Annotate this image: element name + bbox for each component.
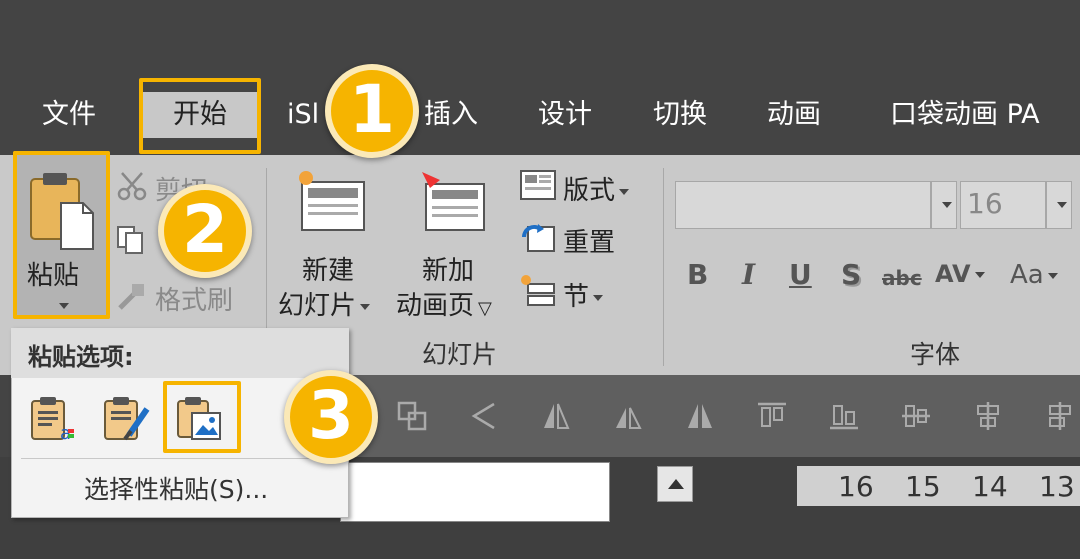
change-case-label: Aa (1010, 260, 1044, 290)
strikethrough-button[interactable]: abc (882, 266, 922, 290)
scissors-icon (117, 172, 147, 201)
arrow-up-icon (668, 479, 684, 489)
section-button[interactable]: 节 (563, 276, 604, 313)
new-animation-page-button[interactable]: 动画页 ▽ (396, 285, 492, 322)
step-badge-2: 2 (158, 184, 252, 278)
align-left-icon[interactable] (1044, 400, 1076, 432)
flip-left-icon[interactable] (468, 400, 500, 432)
tab-insert[interactable]: 插入 (424, 92, 478, 138)
keep-source-formatting-icon[interactable]: a (30, 395, 76, 443)
chevron-down-icon (942, 202, 952, 208)
font-size-input[interactable]: 16 (960, 181, 1046, 229)
mirror-icon[interactable] (684, 400, 716, 432)
underline-button[interactable]: U (789, 258, 812, 291)
home-tab-highlight (139, 78, 261, 154)
tab-pocket-animation[interactable]: 口袋动画 PA (890, 92, 1040, 138)
rotate-icon[interactable] (612, 400, 644, 432)
menu-divider (21, 458, 339, 459)
tab-file[interactable]: 文件 (42, 92, 96, 138)
font-size-dropdown[interactable] (1046, 181, 1072, 229)
shadow-button[interactable]: S (841, 258, 861, 291)
reset-button[interactable]: 重置 (563, 222, 615, 259)
new-slide-button[interactable]: 幻灯片 (278, 285, 371, 322)
flip-horizontal-icon[interactable] (540, 400, 572, 432)
chevron-down-icon (974, 272, 985, 278)
chevron-down-icon (593, 294, 604, 301)
new-animation-page-icon (422, 172, 485, 231)
align-center-icon[interactable] (972, 400, 1004, 432)
section-icon (521, 275, 555, 306)
new-animation-line2: 动画页 (396, 291, 475, 321)
use-destination-theme-icon[interactable] (103, 395, 151, 443)
chevron-down-icon (1047, 272, 1058, 279)
chevron-down-icon (360, 303, 371, 310)
ruler-number: 16 (838, 470, 874, 503)
reset-icon (522, 224, 555, 252)
new-animation-line1: 新加 (422, 256, 475, 286)
layout-button[interactable]: 版式 (563, 170, 630, 207)
bold-button[interactable]: B (687, 258, 708, 291)
paste-options-title: 粘贴选项: (28, 343, 134, 371)
scroll-up-button[interactable] (657, 466, 693, 502)
char-spacing-button[interactable]: AV (935, 260, 985, 288)
new-slide-line1: 新建 (302, 256, 355, 286)
tab-animations[interactable]: 动画 (767, 92, 821, 138)
ruler-number: 15 (905, 470, 941, 503)
tab-design[interactable]: 设计 (538, 92, 592, 138)
layout-icon (520, 170, 556, 200)
ruler-number: 14 (972, 470, 1008, 503)
font-name-dropdown[interactable] (931, 181, 957, 229)
paste-picture-highlight (163, 381, 241, 453)
tab-transitions[interactable]: 切换 (653, 92, 707, 138)
copy-icon (117, 226, 143, 254)
step-badge-1: 1 (325, 64, 419, 158)
ruler-number: 13 (1039, 470, 1075, 503)
group-objects-icon[interactable] (396, 400, 428, 432)
font-group-label: 字体 (910, 340, 961, 369)
new-slide-icon (299, 171, 365, 231)
paste-highlight (13, 151, 110, 319)
format-painter-icon (118, 284, 144, 310)
format-painter-button[interactable]: 格式刷 (155, 280, 233, 317)
char-spacing-label: AV (935, 260, 971, 288)
slides-group-label: 幻灯片 (422, 340, 498, 369)
layout-label: 版式 (563, 176, 616, 206)
change-case-button[interactable]: Aa (1010, 260, 1058, 290)
group-separator (663, 168, 664, 366)
align-top-icon[interactable] (756, 400, 788, 432)
paste-special-item[interactable]: 选择性粘贴(S)... (84, 470, 268, 506)
chevron-down-icon: ▽ (478, 298, 492, 319)
font-name-input[interactable] (675, 181, 931, 229)
slide-thumbnail[interactable] (340, 462, 610, 522)
step-badge-3: 3 (284, 370, 378, 464)
italic-button[interactable]: I (742, 258, 755, 291)
align-bottom-icon[interactable] (828, 400, 860, 432)
tab-islide[interactable]: iSl (287, 92, 319, 138)
align-middle-icon[interactable] (900, 400, 932, 432)
section-label: 节 (563, 282, 590, 312)
chevron-down-icon (1057, 202, 1067, 208)
chevron-down-icon (619, 188, 630, 195)
new-slide-line2: 幻灯片 (278, 291, 357, 321)
